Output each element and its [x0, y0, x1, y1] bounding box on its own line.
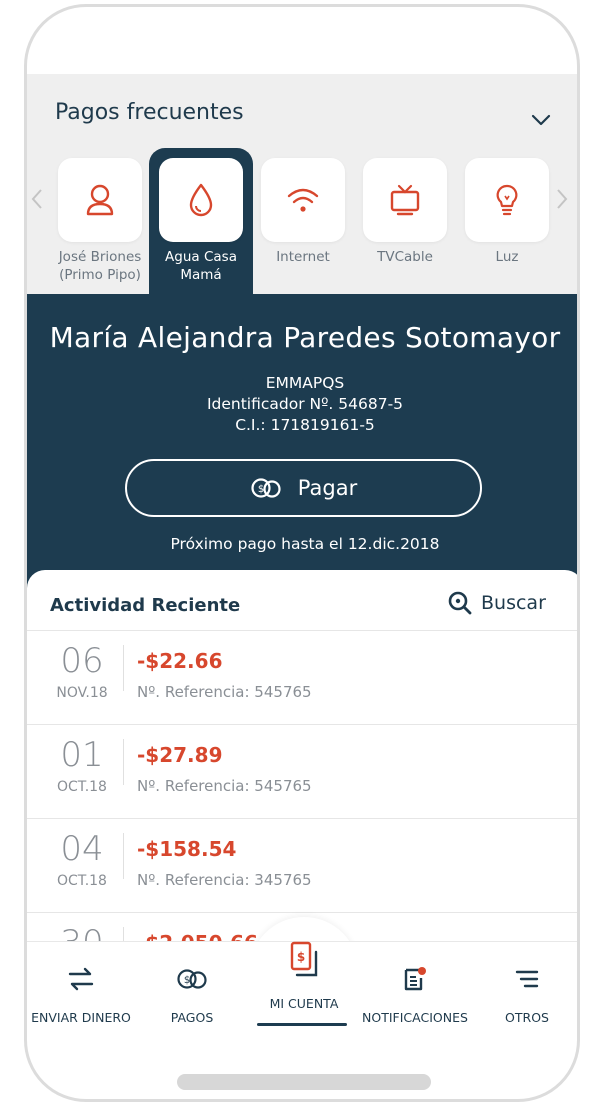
phone-frame: Pagos frecuentes José Briones (Primo Pip… — [24, 4, 580, 1102]
person-icon — [86, 184, 114, 216]
payee-label-line2: (Primo Pipo) — [59, 267, 141, 283]
scroll-right-arrow-icon[interactable] — [555, 187, 569, 211]
nav-otros[interactable]: OTROS — [477, 942, 577, 1025]
coins-icon: $ — [251, 478, 281, 498]
tv-icon — [390, 184, 420, 216]
company-code: EMMAPQS — [265, 374, 345, 392]
payee-label: Luz — [462, 248, 552, 266]
home-indicator[interactable] — [177, 1074, 431, 1090]
payee-label-line1: Luz — [495, 249, 519, 265]
frequent-payments-section: Pagos frecuentes José Briones (Primo Pip… — [27, 74, 577, 298]
transaction-reference: Nº. Referencia: 345765 — [137, 871, 312, 889]
payee-label: Internet — [258, 248, 348, 266]
search-label: Buscar — [481, 592, 546, 614]
transfer-arrows-icon — [68, 967, 94, 991]
water-drop-icon — [189, 183, 213, 217]
bottom-navigation: ENVIAR DINERO $ PAGOS $ MI CUENTA NOTIFI… — [27, 941, 577, 1041]
lightbulb-icon — [496, 184, 518, 216]
nav-label: OTROS — [505, 1010, 549, 1025]
nav-label: PAGOS — [170, 1010, 214, 1025]
payee-label-line2: Mamá — [180, 267, 222, 283]
transaction-day: 04 — [60, 829, 104, 869]
svg-text:$: $ — [258, 484, 264, 495]
account-panel: María Alejandra Paredes Sotomayor EMMAPQ… — [27, 294, 577, 594]
transaction-month: NOV.18 — [56, 685, 108, 701]
nav-notificaciones[interactable]: NOTIFICACIONES — [359, 942, 471, 1025]
row-divider — [123, 739, 124, 785]
payee-label: José Briones (Primo Pipo) — [55, 248, 145, 284]
payee-tile — [261, 158, 345, 242]
chevron-down-icon[interactable] — [529, 108, 553, 132]
nav-active-indicator — [257, 1023, 347, 1026]
payee-label-line1: José Briones — [58, 249, 142, 265]
transaction-amount: -$22.66 — [137, 649, 223, 673]
nav-label: NOTIFICACIONES — [362, 1010, 468, 1025]
nav-label: MI CUENTA — [269, 996, 339, 1011]
nav-label: ENVIAR DINERO — [31, 1010, 131, 1025]
payee-tile — [465, 158, 549, 242]
pay-button[interactable]: $ Pagar — [125, 459, 482, 517]
search-icon — [448, 591, 472, 615]
payee-label-line1: Agua Casa — [165, 249, 237, 265]
identifier-number: Identificador Nº. 54687-5 — [206, 395, 404, 413]
ci-number: C.I.: 171819161-5 — [235, 416, 375, 434]
payee-label-line1: Internet — [276, 249, 330, 265]
nav-enviar-dinero[interactable]: ENVIAR DINERO — [27, 942, 135, 1025]
nav-pagos[interactable]: $ PAGOS — [142, 942, 242, 1025]
payee-label: Agua Casa Mamá — [156, 248, 246, 284]
account-holder-name: María Alejandra Paredes Sotomayor — [49, 321, 561, 354]
payee-jose-briones[interactable]: José Briones (Primo Pipo) — [55, 158, 145, 284]
nav-mi-cuenta[interactable]: $ MI CUENTA — [249, 918, 359, 1011]
coins-icon: $ — [177, 969, 207, 989]
transaction-month: OCT.18 — [57, 779, 107, 795]
svg-text:$: $ — [184, 975, 190, 986]
transaction-row[interactable]: 04 OCT.18 -$158.54 Nº. Referencia: 34576… — [27, 818, 577, 912]
payee-tile — [58, 158, 142, 242]
next-payment-date: Próximo pago hasta el 12.dic.2018 — [170, 535, 440, 553]
notification-document-icon — [404, 967, 426, 991]
menu-lines-icon — [515, 970, 539, 988]
row-divider — [123, 645, 124, 691]
scroll-left-arrow-icon[interactable] — [30, 187, 44, 211]
transaction-row[interactable]: 01 OCT.18 -$27.89 Nº. Referencia: 545765 — [27, 724, 577, 818]
row-divider — [123, 833, 124, 879]
search-button[interactable]: Buscar — [447, 590, 546, 616]
transaction-amount: -$158.54 — [137, 837, 237, 861]
transaction-month: OCT.18 — [57, 873, 107, 889]
transaction-reference: Nº. Referencia: 545765 — [137, 777, 312, 795]
payee-internet[interactable]: Internet — [258, 158, 348, 266]
transaction-row[interactable]: 06 NOV.18 -$22.66 Nº. Referencia: 545765 — [27, 630, 577, 724]
transaction-amount: -$27.89 — [137, 743, 223, 767]
transaction-reference: Nº. Referencia: 545765 — [137, 683, 312, 701]
transaction-day: 01 — [60, 735, 104, 775]
recent-activity-title: Actividad Reciente — [50, 595, 241, 616]
transaction-day: 06 — [60, 641, 104, 681]
pay-button-label: Pagar — [297, 476, 358, 500]
payee-tvcable[interactable]: TVCable — [360, 158, 450, 266]
payee-tile — [159, 158, 243, 242]
payee-luz[interactable]: Luz — [462, 158, 552, 266]
account-statement-icon: $ — [290, 941, 318, 977]
frequent-payments-title: Pagos frecuentes — [55, 100, 244, 125]
payee-label: TVCable — [360, 248, 450, 266]
payee-label-line1: TVCable — [377, 249, 433, 265]
wifi-icon — [287, 188, 319, 212]
svg-text:$: $ — [297, 950, 305, 964]
payee-tile — [363, 158, 447, 242]
payee-agua-casa-mama[interactable]: Agua Casa Mamá — [156, 158, 246, 284]
